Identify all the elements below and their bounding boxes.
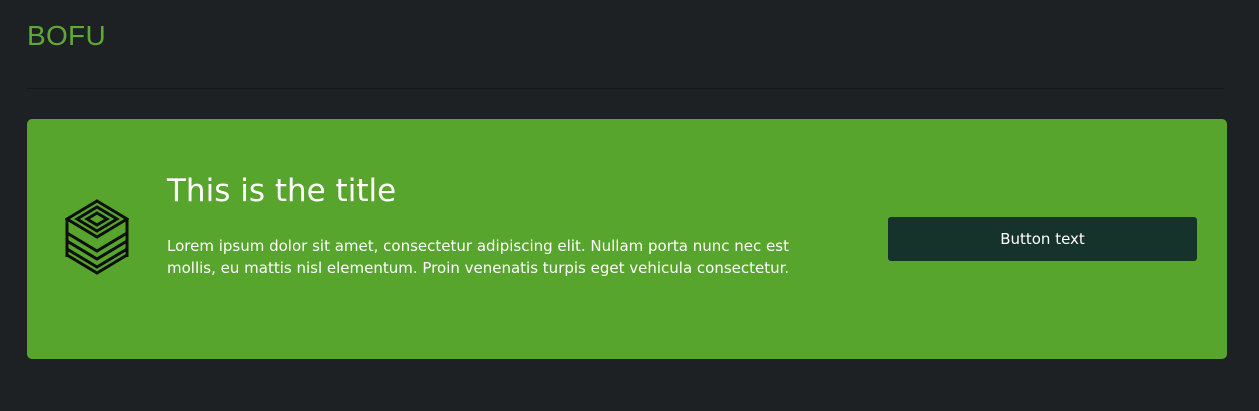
promo-banner: This is the title Lorem ipsum dolor sit … — [27, 119, 1227, 359]
layered-cube-icon — [64, 199, 130, 275]
banner-title: This is the title — [167, 173, 397, 209]
section-title: BOFU — [27, 20, 106, 51]
section-divider — [27, 88, 1224, 89]
banner-description: Lorem ipsum dolor sit amet, consectetur … — [167, 237, 790, 277]
banner-cta-button[interactable]: Button text — [888, 217, 1197, 261]
